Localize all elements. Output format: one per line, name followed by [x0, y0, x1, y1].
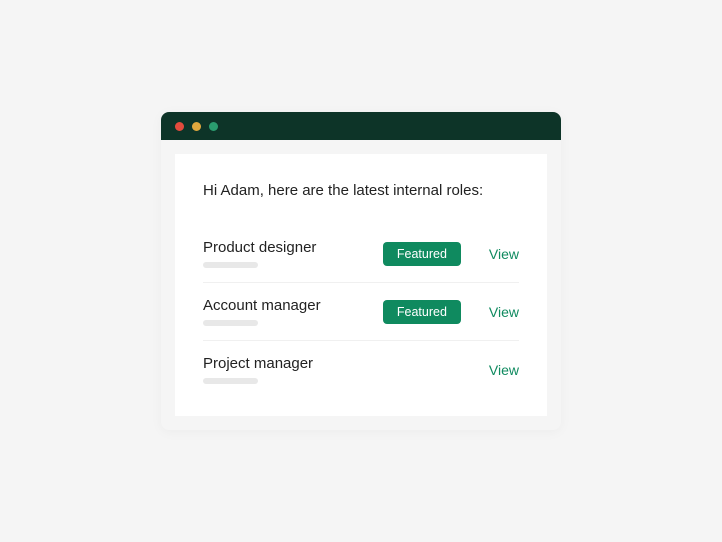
app-window: Hi Adam, here are the latest internal ro… [161, 112, 561, 430]
view-link[interactable]: View [489, 246, 519, 262]
view-link[interactable]: View [489, 304, 519, 320]
role-row: Product designerFeatured View [203, 225, 519, 283]
role-subtitle-placeholder [203, 320, 258, 326]
featured-badge: Featured [383, 300, 461, 324]
roles-list: Product designerFeaturedViewAccount mana… [203, 225, 519, 398]
window-maximize-icon[interactable] [209, 122, 218, 131]
role-title: Account manager [203, 297, 383, 314]
content-card: Hi Adam, here are the latest internal ro… [175, 154, 547, 416]
role-row: Project managerFeaturedView [203, 341, 519, 398]
window-close-icon[interactable] [175, 122, 184, 131]
view-link[interactable]: View [489, 362, 519, 378]
window-minimize-icon[interactable] [192, 122, 201, 131]
featured-badge: Featured [383, 242, 461, 266]
role-title-block: Project manager [203, 355, 383, 384]
window-titlebar [161, 112, 561, 140]
role-title-block: Product designer [203, 239, 383, 268]
role-subtitle-placeholder [203, 378, 258, 384]
role-title: Project manager [203, 355, 383, 372]
role-title-block: Account manager [203, 297, 383, 326]
role-row: Account managerFeatured View [203, 283, 519, 341]
role-subtitle-placeholder [203, 262, 258, 268]
greeting-text: Hi Adam, here are the latest internal ro… [203, 182, 519, 199]
role-title: Product designer [203, 239, 383, 256]
